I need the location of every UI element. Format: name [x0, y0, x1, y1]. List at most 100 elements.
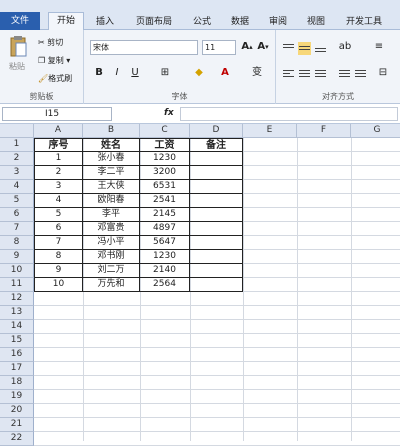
column-header-g[interactable]: G [351, 124, 400, 138]
font-name-select[interactable]: 宋体 [90, 40, 198, 55]
paste-label[interactable]: 粘贴 [9, 60, 25, 74]
table-cell[interactable]: 邓书刚 [83, 250, 140, 264]
column-header-c[interactable]: C [140, 124, 190, 138]
table-cell[interactable]: 3 [34, 180, 83, 194]
row-header[interactable]: 6 [0, 208, 34, 222]
tab-insert[interactable]: 插入 [88, 14, 122, 30]
top-align-button[interactable] [282, 42, 295, 55]
bold-button[interactable]: B [92, 66, 106, 80]
table-cell[interactable]: 张小春 [83, 152, 140, 166]
table-cell[interactable] [190, 222, 243, 236]
tab-data[interactable]: 数据 [226, 14, 254, 30]
table-cell[interactable]: 2140 [140, 264, 190, 278]
table-cell[interactable]: 李平 [83, 208, 140, 222]
row-header[interactable]: 11 [0, 278, 34, 292]
column-header-a[interactable]: A [34, 124, 83, 138]
table-cell[interactable]: 6 [34, 222, 83, 236]
shrink-font-button[interactable]: A▾ [256, 40, 270, 54]
row-header[interactable]: 15 [0, 334, 34, 348]
table-cell[interactable]: 5647 [140, 236, 190, 250]
formula-input[interactable] [180, 107, 398, 121]
format-painter-button[interactable]: 🖌格式刷 [38, 72, 72, 86]
table-cell[interactable] [190, 152, 243, 166]
table-cell[interactable]: 4 [34, 194, 83, 208]
table-cell[interactable]: 冯小平 [83, 236, 140, 250]
decrease-indent-button[interactable] [338, 68, 351, 81]
align-center-button[interactable] [298, 68, 311, 81]
row-header[interactable]: 13 [0, 306, 34, 320]
select-all-corner[interactable] [0, 124, 34, 138]
column-header-d[interactable]: D [190, 124, 243, 138]
table-header-cell[interactable]: 姓名 [83, 138, 140, 152]
row-header[interactable]: 7 [0, 222, 34, 236]
table-cell[interactable]: 欧阳春 [83, 194, 140, 208]
table-cell[interactable] [190, 180, 243, 194]
row-header[interactable]: 19 [0, 390, 34, 404]
table-cell[interactable]: 9 [34, 264, 83, 278]
table-cell[interactable]: 李二平 [83, 166, 140, 180]
row-header[interactable]: 10 [0, 264, 34, 278]
spreadsheet-grid[interactable]: ABCDEFG 1 2 3 4 5 6 7 8 9 10 11 12 13 14 15 16 17 18 19 20 2… [0, 124, 400, 446]
table-cell[interactable] [190, 278, 243, 292]
wrap-text-button[interactable]: ≡ [372, 40, 386, 54]
table-cell[interactable]: 王大侠 [83, 180, 140, 194]
row-header[interactable]: 9 [0, 250, 34, 264]
grow-font-button[interactable]: A▴ [240, 40, 254, 54]
underline-button[interactable]: U [128, 66, 142, 80]
fill-color-button[interactable]: ◆ [192, 66, 206, 80]
row-header[interactable]: 14 [0, 320, 34, 334]
middle-align-button[interactable] [298, 42, 311, 55]
row-header[interactable]: 3 [0, 166, 34, 180]
row-header[interactable]: 18 [0, 376, 34, 390]
row-header[interactable]: 21 [0, 418, 34, 432]
row-header[interactable]: 1 [0, 138, 34, 152]
table-header-cell[interactable]: 工资 [140, 138, 190, 152]
row-header[interactable]: 16 [0, 348, 34, 362]
row-header[interactable]: 5 [0, 194, 34, 208]
merge-center-button[interactable]: ⊟ [376, 66, 390, 80]
row-header[interactable]: 20 [0, 404, 34, 418]
tab-view[interactable]: 视图 [302, 14, 330, 30]
column-header-e[interactable]: E [243, 124, 297, 138]
table-cell[interactable]: 5 [34, 208, 83, 222]
align-left-button[interactable] [282, 68, 295, 81]
row-header[interactable]: 4 [0, 180, 34, 194]
row-header[interactable]: 22 [0, 432, 34, 446]
table-header-cell[interactable]: 备注 [190, 138, 243, 152]
tab-home[interactable]: 开始 [48, 12, 84, 31]
table-cell[interactable]: 2145 [140, 208, 190, 222]
table-cell[interactable]: 6531 [140, 180, 190, 194]
table-cell[interactable]: 1230 [140, 250, 190, 264]
font-size-select[interactable]: 11 [202, 40, 236, 55]
row-header[interactable]: 2 [0, 152, 34, 166]
tab-review[interactable]: 审阅 [264, 14, 292, 30]
increase-indent-button[interactable] [354, 68, 367, 81]
paste-button[interactable] [8, 34, 28, 60]
table-cell[interactable]: 8 [34, 250, 83, 264]
orientation-button[interactable]: ab [338, 40, 352, 54]
table-cell[interactable] [190, 236, 243, 250]
table-cell[interactable]: 2564 [140, 278, 190, 292]
table-cell[interactable] [190, 250, 243, 264]
table-header-cell[interactable]: 序号 [34, 138, 83, 152]
tab-developer[interactable]: 开发工具 [340, 14, 388, 30]
table-cell[interactable] [190, 264, 243, 278]
bottom-align-button[interactable] [314, 42, 327, 55]
tab-page-layout[interactable]: 页面布局 [130, 14, 178, 30]
cut-button[interactable]: ✂ 剪切 [38, 36, 63, 50]
table-cell[interactable]: 4897 [140, 222, 190, 236]
font-color-button[interactable]: A [218, 66, 232, 80]
borders-button[interactable]: ⊞ [158, 66, 172, 80]
align-right-button[interactable] [314, 68, 327, 81]
name-box[interactable]: I15 [2, 107, 112, 121]
insert-function-button[interactable]: fx [164, 108, 174, 118]
row-header[interactable]: 17 [0, 362, 34, 376]
table-cell[interactable]: 万先和 [83, 278, 140, 292]
column-header-f[interactable]: F [297, 124, 351, 138]
table-cell[interactable]: 7 [34, 236, 83, 250]
table-cell[interactable]: 2 [34, 166, 83, 180]
table-cell[interactable]: 1 [34, 152, 83, 166]
table-cell[interactable] [190, 166, 243, 180]
phonetic-button[interactable]: 变 [250, 66, 264, 80]
table-cell[interactable]: 邓富贵 [83, 222, 140, 236]
